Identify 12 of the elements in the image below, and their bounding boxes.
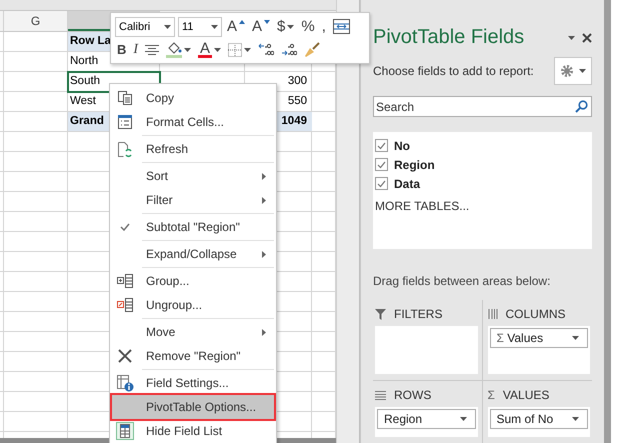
- pane-title: PivotTable Fields: [373, 26, 524, 49]
- areas-hint: Drag fields between areas below:: [373, 274, 552, 288]
- area-title: VALUES: [502, 388, 550, 402]
- table-cell-text: 550: [286, 94, 308, 109]
- table-cell-text: 300: [286, 74, 308, 89]
- table-cell-text: West: [69, 94, 97, 109]
- pane-subtitle: Choose fields to add to report:: [373, 64, 534, 78]
- table-cell-text: North: [69, 54, 100, 69]
- area-title: ROWS: [394, 388, 432, 402]
- area-title: FILTERS: [394, 307, 442, 321]
- sigma-icon: Σ: [488, 388, 495, 402]
- area-title: COLUMNS: [506, 307, 566, 321]
